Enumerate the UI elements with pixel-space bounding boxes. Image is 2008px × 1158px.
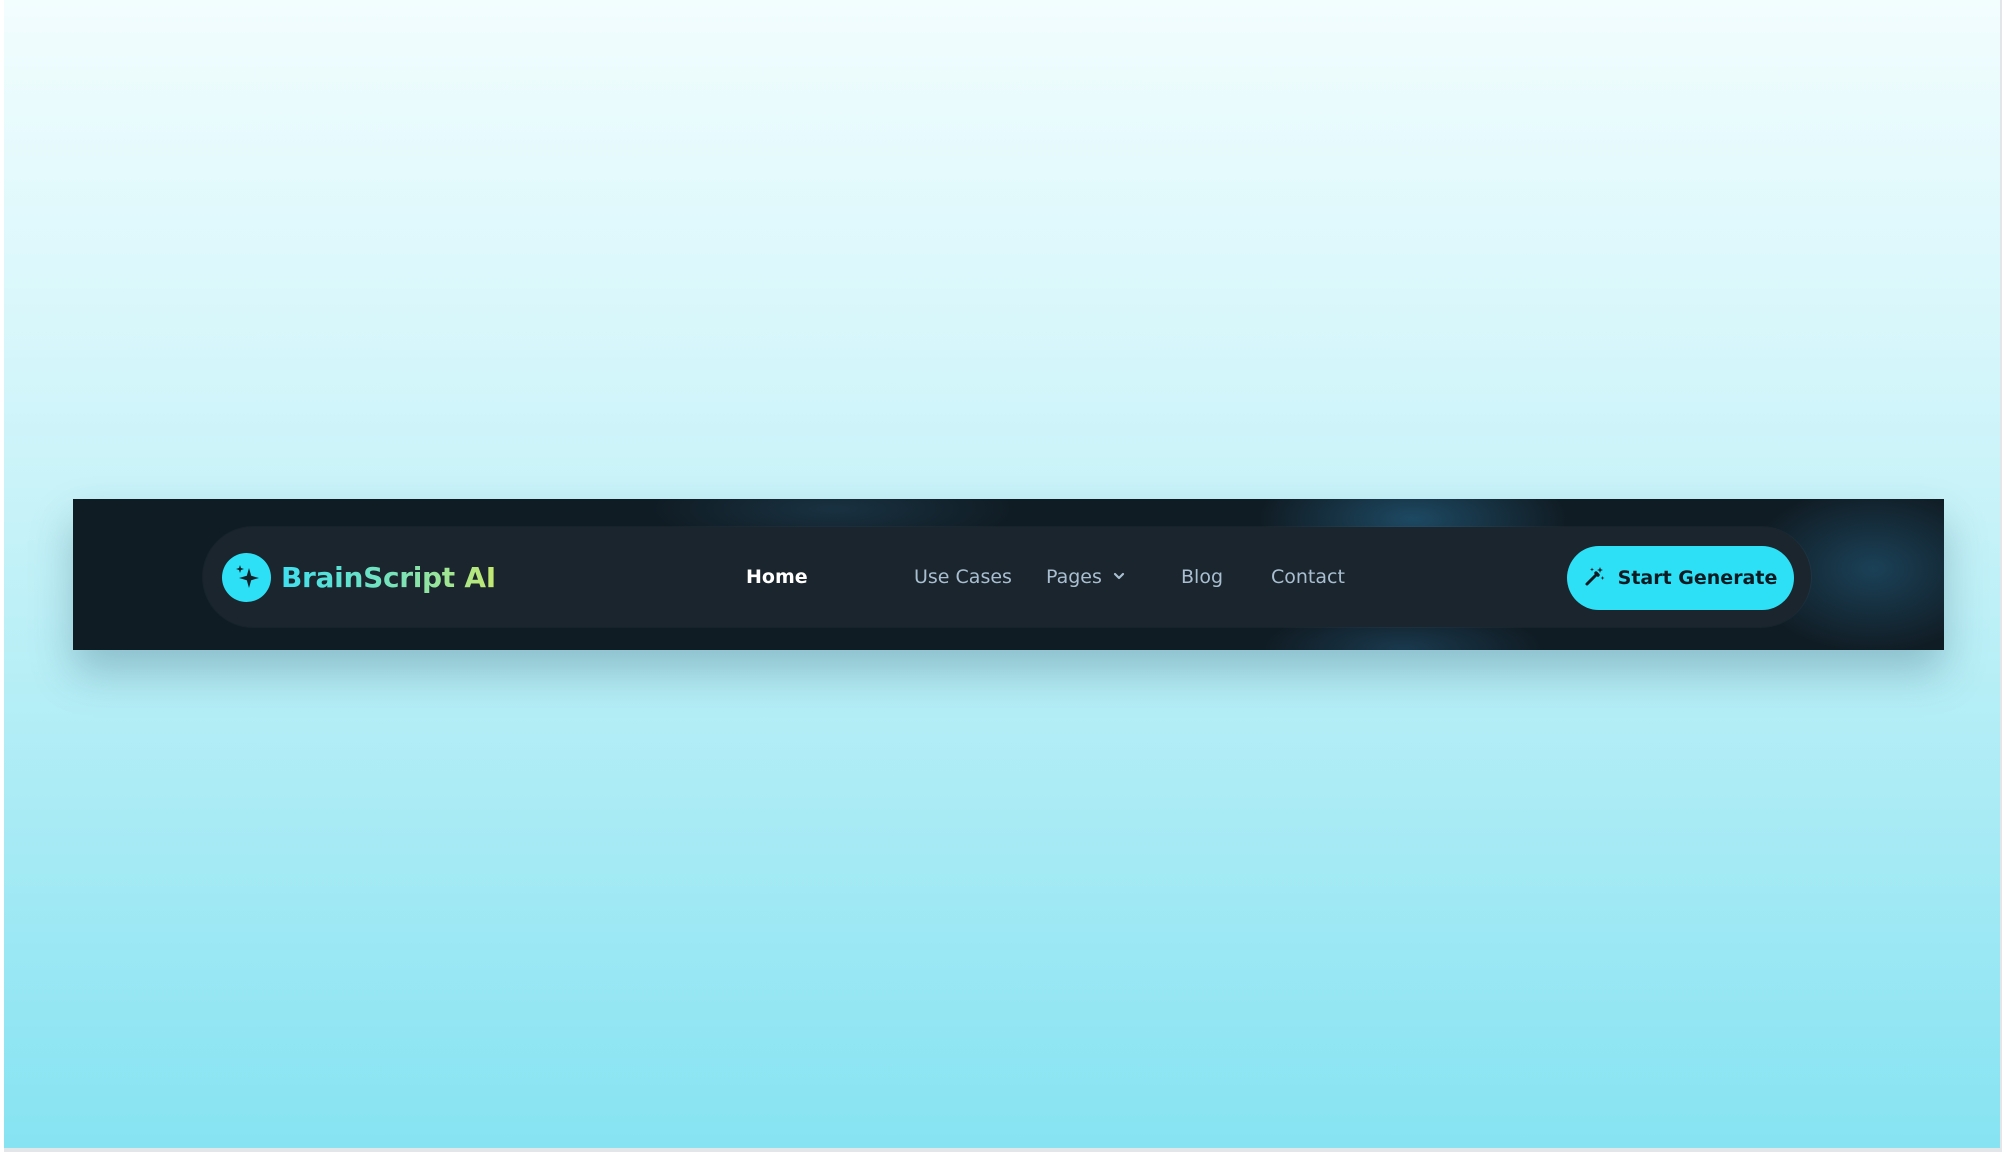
nav-item-home[interactable]: Home [746,565,808,589]
nav-item-use-cases[interactable]: Use Cases [914,565,1012,589]
magic-wand-icon [1584,565,1606,592]
nav-item-pages-label: Pages [1046,566,1102,588]
nav-item-blog[interactable]: Blog [1181,565,1223,589]
start-generate-button[interactable]: Start Generate [1567,546,1794,610]
start-generate-label: Start Generate [1617,567,1778,589]
nav-item-contact[interactable]: Contact [1271,565,1345,589]
page-background: BrainScript AI Home Use Cases Pages Blog… [4,0,2002,1152]
nav-item-pages[interactable]: Pages [1046,565,1126,589]
navbar: BrainScript AI Home Use Cases Pages Blog… [203,527,1811,627]
header-banner: BrainScript AI Home Use Cases Pages Blog… [73,499,1944,650]
chevron-down-icon [1112,565,1126,589]
